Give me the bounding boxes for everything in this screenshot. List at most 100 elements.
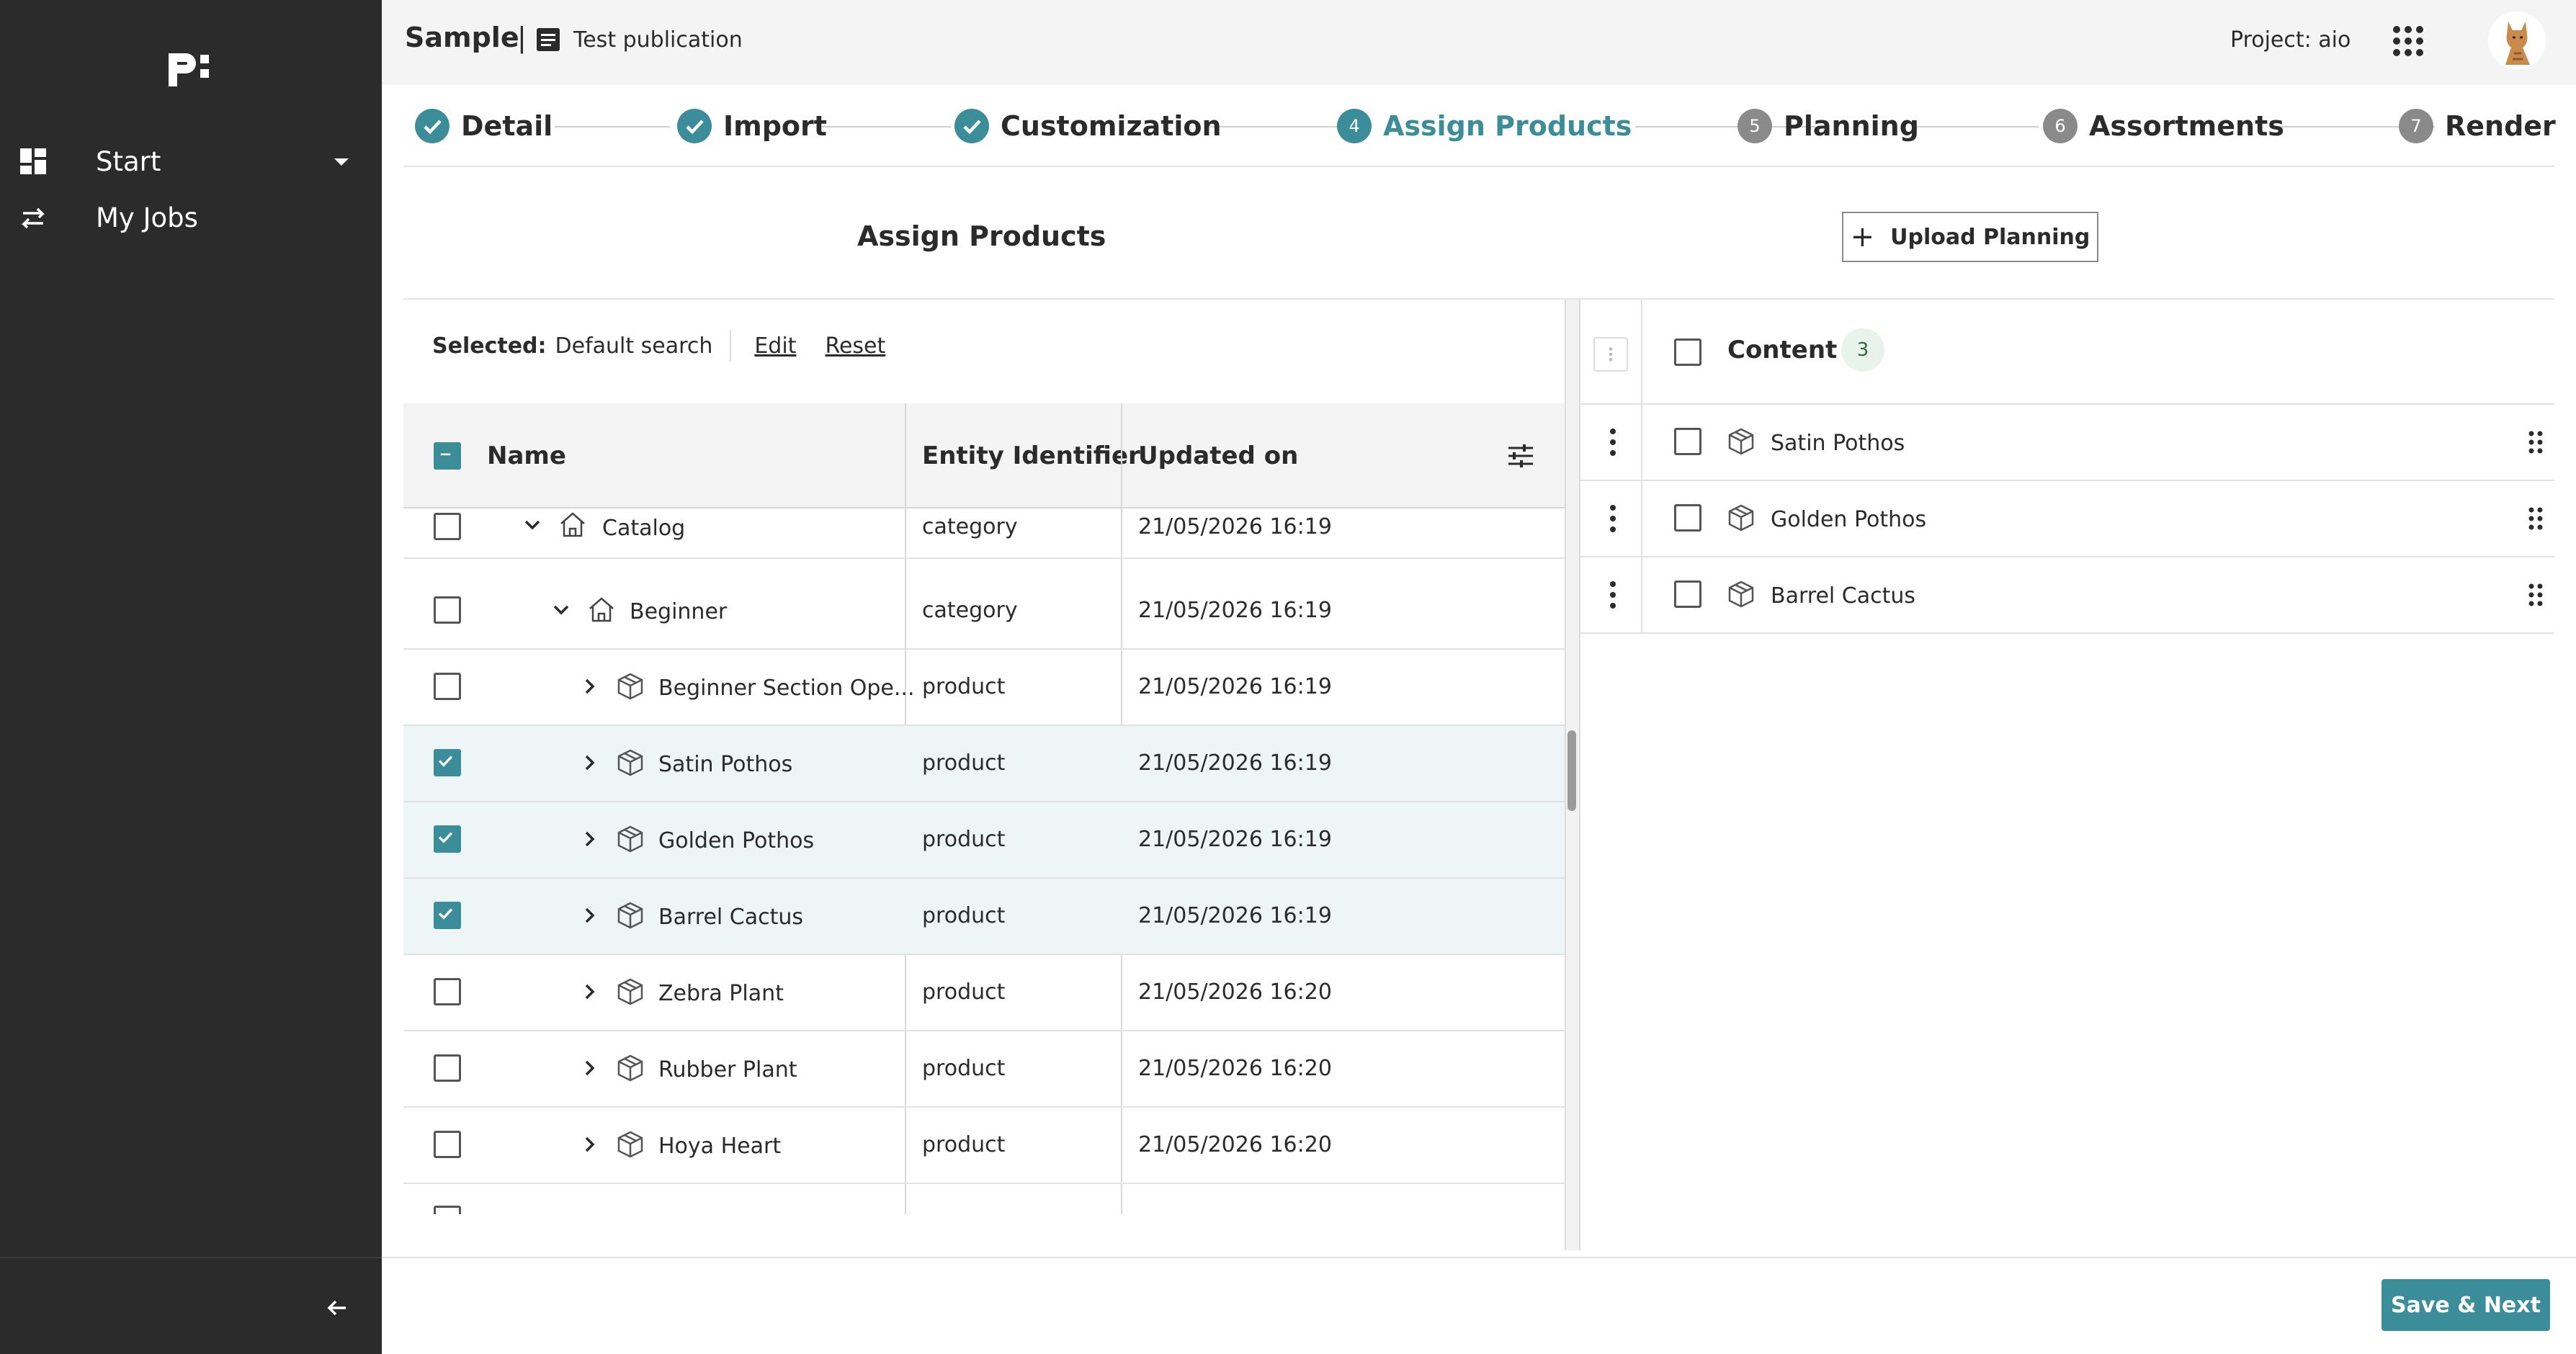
chevron-right-icon[interactable] xyxy=(579,676,601,697)
row-checkbox[interactable] xyxy=(434,749,461,776)
step-assortments[interactable]: 6 Assortments xyxy=(2043,108,2284,144)
row-name: Beginner Section Ope... xyxy=(658,676,915,701)
project-label[interactable]: Project: aio xyxy=(2230,27,2351,53)
step-render[interactable]: 7 Render xyxy=(2399,108,2556,144)
step-label: Assign Products xyxy=(1383,110,1632,142)
row-updated: 21/05/2026 16:20 xyxy=(1138,1132,1332,1157)
upload-planning-button[interactable]: + Upload Planning xyxy=(1842,212,2098,262)
content-item-checkbox[interactable] xyxy=(1674,428,1701,455)
row-entity: product xyxy=(922,1056,1006,1081)
column-header-updated[interactable]: Updated on xyxy=(1138,403,1298,508)
row-checkbox[interactable] xyxy=(434,513,461,540)
plus-icon: + xyxy=(1850,220,1875,254)
step-planning[interactable]: 5 Planning xyxy=(1738,108,1919,144)
content-item-name: Barrel Cactus xyxy=(1771,583,1916,609)
row-checkbox[interactable] xyxy=(434,1131,461,1158)
row-checkbox[interactable] xyxy=(434,1054,461,1082)
row-updated: 21/05/2026 16:19 xyxy=(1138,674,1332,699)
selected-search-name: Default search xyxy=(555,333,713,359)
content-panel-header xyxy=(1580,300,2554,405)
reset-search-link[interactable]: Reset xyxy=(825,333,885,359)
step-customization[interactable]: Customization xyxy=(954,108,1222,144)
table-row[interactable]: Barrel Cactus product 21/05/2026 16:19 xyxy=(403,879,1565,955)
chevron-right-icon[interactable] xyxy=(579,1057,601,1079)
publication-name: Test publication xyxy=(573,27,743,53)
avatar[interactable] xyxy=(2488,12,2546,69)
table-row[interactable] xyxy=(403,1184,1565,1214)
collapse-sidebar-icon[interactable] xyxy=(323,1294,352,1322)
step-number: 4 xyxy=(1337,109,1372,143)
step-import[interactable]: Import xyxy=(677,108,827,144)
row-checkbox[interactable] xyxy=(434,673,461,700)
table-row[interactable]: Catalog category 21/05/2026 16:19 xyxy=(403,497,1565,559)
table-row[interactable]: Beginner Section Ope... product 21/05/20… xyxy=(403,650,1565,726)
content-item-checkbox[interactable] xyxy=(1674,580,1701,608)
table-row[interactable]: Rubber Plant product 21/05/2026 16:20 xyxy=(403,1031,1565,1108)
selected-key: Selected: xyxy=(432,333,547,359)
content-item[interactable]: Golden Pothos xyxy=(1580,481,2554,557)
drag-grip-icon[interactable] xyxy=(2527,506,2544,532)
column-header-name[interactable]: Name xyxy=(487,403,566,508)
step-assign-products[interactable]: 4 Assign Products xyxy=(1337,108,1632,144)
save-next-button[interactable]: Save & Next xyxy=(2382,1279,2550,1331)
sidebar-item-label: Start xyxy=(96,145,161,177)
table-row[interactable]: Beginner category 21/05/2026 16:19 xyxy=(403,573,1565,650)
product-box-icon xyxy=(1728,504,1754,532)
sidebar-item-my-jobs[interactable]: My Jobs xyxy=(0,192,382,243)
chevron-right-icon[interactable] xyxy=(579,905,601,926)
splitter-handle[interactable] xyxy=(1567,730,1576,811)
brand-logo[interactable] xyxy=(160,37,218,95)
content-item-checkbox[interactable] xyxy=(1674,504,1701,532)
row-checkbox[interactable] xyxy=(434,902,461,929)
row-entity: product xyxy=(922,827,1006,852)
content-item[interactable]: Satin Pothos xyxy=(1580,405,2554,481)
content-item[interactable]: Barrel Cactus xyxy=(1580,557,2554,634)
row-checkbox[interactable] xyxy=(434,596,461,624)
content-select-all-checkbox[interactable] xyxy=(1674,338,1701,366)
chevron-down-icon[interactable] xyxy=(550,599,572,621)
drag-grip-icon[interactable] xyxy=(2527,582,2544,608)
table-header: Name Entity Identifier Updated on xyxy=(403,403,1565,508)
step-connector xyxy=(555,126,670,127)
sidebar-divider xyxy=(0,1257,382,1258)
column-settings-icon[interactable] xyxy=(1506,441,1536,471)
drag-handle-icon[interactable] xyxy=(1593,337,1628,372)
select-all-checkbox[interactable] xyxy=(434,442,461,470)
row-checkbox[interactable] xyxy=(434,825,461,853)
product-box-icon xyxy=(617,673,643,700)
product-box-icon xyxy=(617,1131,643,1158)
row-entity: category xyxy=(922,598,1018,623)
table-row[interactable]: Golden Pothos product 21/05/2026 16:19 xyxy=(403,802,1565,879)
caret-down-icon[interactable] xyxy=(331,154,352,169)
step-connector xyxy=(1210,126,1354,127)
row-checkbox[interactable] xyxy=(434,1206,461,1214)
chevron-down-icon[interactable] xyxy=(522,514,543,536)
title-separator: | xyxy=(517,22,527,53)
drag-grip-icon[interactable] xyxy=(2527,429,2544,455)
apps-grid-icon[interactable] xyxy=(2392,24,2425,58)
sidebar-item-start[interactable]: Start xyxy=(0,135,382,187)
chevron-right-icon[interactable] xyxy=(579,1134,601,1155)
table-row[interactable]: Hoya Heart product 21/05/2026 16:20 xyxy=(403,1108,1565,1184)
step-number: 5 xyxy=(1738,109,1772,143)
column-header-entity[interactable]: Entity Identifier xyxy=(922,403,1140,508)
home-icon xyxy=(589,597,614,622)
row-entity: product xyxy=(922,903,1006,928)
row-name: Golden Pothos xyxy=(658,828,815,853)
step-detail[interactable]: Detail xyxy=(415,108,553,144)
chevron-right-icon[interactable] xyxy=(579,828,601,850)
edit-search-link[interactable]: Edit xyxy=(754,333,796,359)
page-title: Sample xyxy=(405,22,519,53)
chevron-right-icon[interactable] xyxy=(579,981,601,1003)
chevron-right-icon[interactable] xyxy=(579,752,601,774)
table-row[interactable]: Zebra Plant product 21/05/2026 16:20 xyxy=(403,955,1565,1031)
more-vertical-icon[interactable] xyxy=(1608,579,1618,611)
table-row[interactable]: Satin Pothos product 21/05/2026 16:19 xyxy=(403,726,1565,802)
row-entity: product xyxy=(922,979,1006,1005)
row-checkbox[interactable] xyxy=(434,978,461,1005)
more-vertical-icon[interactable] xyxy=(1608,426,1618,458)
content-item-name: Satin Pothos xyxy=(1771,431,1905,456)
step-connector xyxy=(1916,126,2039,127)
more-vertical-icon[interactable] xyxy=(1608,503,1618,534)
step-label: Render xyxy=(2445,110,2556,142)
